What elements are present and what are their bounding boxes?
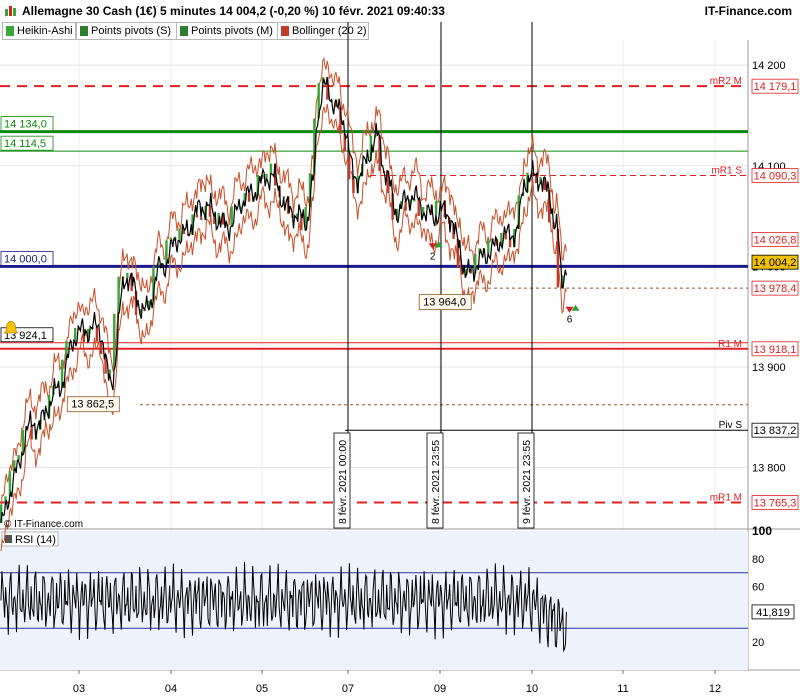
heikin-ashi-candle xyxy=(247,193,251,202)
heikin-ashi-candle xyxy=(208,205,212,217)
rsi-tick-label: 80 xyxy=(752,554,764,566)
annotation-text: 13 862,5 xyxy=(71,399,114,411)
session-label-text: 8 févr. 2021 00:00 xyxy=(337,440,349,524)
heikin-ashi-candle xyxy=(434,200,438,215)
pivot-level-label: mR1 S xyxy=(711,166,742,177)
price-label: 14 179,1 xyxy=(754,81,797,93)
heikin-ashi-candle xyxy=(113,313,116,370)
price-label: 14 026,8 xyxy=(754,234,797,246)
x-tick-label: 10 xyxy=(526,683,538,695)
heikin-ashi-candle xyxy=(73,327,77,342)
heikin-ashi-candle xyxy=(30,425,33,440)
heikin-ashi-candle xyxy=(487,238,490,253)
y-tick-label: 13 900 xyxy=(752,362,786,374)
price-label: 13 837,2 xyxy=(754,425,797,437)
heikin-ashi-candle xyxy=(100,341,103,355)
heikin-ashi-candle xyxy=(95,327,99,342)
price-label: 14 004,2 xyxy=(754,257,797,269)
x-tick-label: 03 xyxy=(73,683,85,695)
x-tick-label: 12 xyxy=(709,683,721,695)
heikin-ashi-candle xyxy=(352,179,355,194)
pivot-level-label: Piv S xyxy=(719,420,743,431)
session-label-text: 9 févr. 2021 23:55 xyxy=(521,440,533,524)
rsi-panel: RSI (14)2040608010041,819 xyxy=(0,524,795,670)
heikin-ashi-candle xyxy=(269,163,273,174)
session-label-text: 8 févr. 2021 23:55 xyxy=(430,440,442,524)
heikin-ashi-candle xyxy=(108,369,112,374)
rsi-legend-label: RSI (14) xyxy=(15,534,56,546)
y-tick-label: 13 800 xyxy=(752,463,786,475)
heikin-ashi-candle xyxy=(230,206,233,226)
rsi-plot-area xyxy=(0,531,748,670)
heikin-ashi-candle xyxy=(126,272,129,278)
rsi-swatch-icon xyxy=(5,535,12,543)
marker-label: 6 xyxy=(567,315,573,326)
price-label: 14 090,3 xyxy=(754,171,797,183)
x-tick-label: 07 xyxy=(342,683,354,695)
pivot-level-label: R1 M xyxy=(718,339,742,350)
session-label: 9 févr. 2021 23:55 xyxy=(517,432,535,529)
x-tick-label: 11 xyxy=(617,683,628,695)
heikin-ashi-candle xyxy=(178,228,181,241)
session-label: 8 févr. 2021 23:55 xyxy=(426,432,444,529)
main-plot-area xyxy=(0,40,748,528)
price-label: 13 765,3 xyxy=(754,498,797,510)
pivot-level-label: mR2 M xyxy=(710,76,742,87)
heikin-ashi-candle xyxy=(508,239,512,248)
left-level-label: 14 114,5 xyxy=(4,138,46,150)
rsi-current-value: 41,819 xyxy=(756,607,790,619)
marker-label: 2 xyxy=(430,251,436,262)
y-tick-label: 14 200 xyxy=(752,60,786,72)
heikin-ashi-candle xyxy=(417,199,420,217)
heikin-ashi-candle xyxy=(195,214,199,218)
session-label: 8 févr. 2021 00:00 xyxy=(333,432,351,529)
heikin-ashi-candle xyxy=(200,217,203,220)
left-level-label: 14 000,0 xyxy=(4,253,47,265)
x-tick-label: 05 xyxy=(256,683,268,695)
rsi-tick-label: 100 xyxy=(752,524,772,538)
watermark: © IT-Finance.com xyxy=(4,519,83,530)
annotation-text: 13 964,0 xyxy=(423,297,466,309)
heikin-ashi-candle xyxy=(504,232,507,240)
x-tick-label: 09 xyxy=(434,683,446,695)
x-tick-label: 04 xyxy=(165,683,177,695)
heikin-ashi-candle xyxy=(265,173,268,179)
heikin-ashi-candle xyxy=(404,200,407,211)
heikin-ashi-candle xyxy=(17,455,20,461)
price-label: 13 978,4 xyxy=(754,283,797,295)
pivot-level-label: mR1 M xyxy=(710,493,742,504)
chart-canvas: RSI (14)2040608010041,819 mR2 MmR1 SR1 M… xyxy=(0,22,800,695)
rsi-tick-label: 60 xyxy=(752,582,764,594)
left-level-label: 14 134,0 xyxy=(4,119,47,131)
price-label: 13 918,1 xyxy=(754,344,797,356)
rsi-tick-label: 20 xyxy=(752,637,764,649)
